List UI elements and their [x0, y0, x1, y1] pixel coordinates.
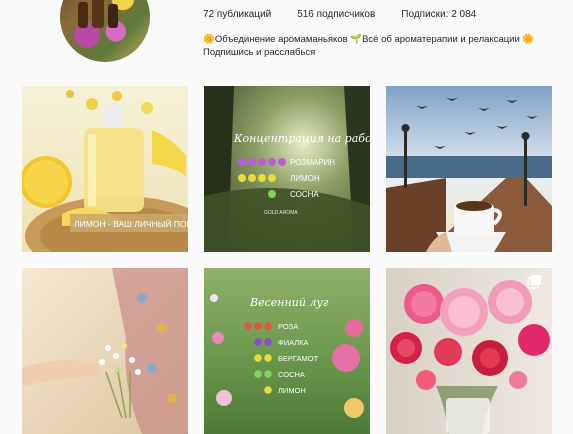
bio-line-2: Подпишись и расслабься: [203, 47, 316, 58]
following-stat[interactable]: Подписки: 2 084: [401, 9, 476, 20]
forest-title: Концентрация на работе: [233, 132, 370, 145]
forest-row-label-2: ЛИМОН: [290, 174, 320, 183]
post-flowers-hand-image: [22, 268, 188, 434]
meadow-row-label-1: РОЗА: [278, 322, 298, 331]
meadow-title: Весенний луг: [249, 296, 329, 309]
posts-stat[interactable]: 72 публикаций: [203, 9, 271, 20]
followers-stat[interactable]: 516 подписчиков: [297, 9, 375, 20]
forest-row-3-drops: [268, 190, 276, 198]
post-flowers-hand[interactable]: [22, 268, 188, 434]
post-peonies[interactable]: [386, 268, 552, 434]
post-lemon-oil-image: ЛИМОН - ВАШ ЛИЧНЫЙ ПОМОЩНИК: [22, 86, 188, 252]
profile-avatar[interactable]: [60, 0, 150, 62]
post-lemon-oil[interactable]: ЛИМОН - ВАШ ЛИЧНЫЙ ПОМОЩНИК: [22, 86, 188, 252]
meadow-row-label-3: БЕРГАМОТ: [278, 354, 319, 363]
meadow-row-label-2: ФИАЛКА: [278, 338, 309, 347]
post-peonies-image: [386, 268, 552, 434]
post-spring-meadow[interactable]: Весенний луг РОЗА ФИАЛКА БЕРГАМОТ СОСНА …: [204, 268, 370, 434]
post-forest-concentration[interactable]: Концентрация на работе РОЗМАРИН ЛИМОН СО…: [204, 86, 370, 252]
profile-bio: 🌼Объединение аромаманьяков 🌱Всё об арома…: [203, 33, 563, 59]
forest-row-label-1: РОЗМАРИН: [290, 158, 335, 167]
lemon-caption: ЛИМОН - ВАШ ЛИЧНЫЙ ПОМОЩНИК: [74, 218, 188, 229]
meadow-row-label-5: ЛИМОН: [278, 386, 306, 395]
forest-footer: GOLD AROMA: [264, 210, 298, 216]
post-forest-image: Концентрация на работе РОЗМАРИН ЛИМОН СО…: [204, 86, 370, 252]
post-meadow-image: Весенний луг РОЗА ФИАЛКА БЕРГАМОТ СОСНА …: [204, 268, 370, 434]
profile-stats: 72 публикаций 516 подписчиков Подписки: …: [203, 9, 476, 20]
bio-line-1: 🌼Объединение аромаманьяков 🌱Всё об арома…: [203, 34, 535, 45]
post-seagulls-coffee[interactable]: [386, 86, 552, 252]
meadow-row-label-4: СОСНА: [278, 370, 305, 379]
post-seagulls-image: [386, 86, 552, 252]
forest-row-label-3: СОСНА: [290, 190, 319, 199]
